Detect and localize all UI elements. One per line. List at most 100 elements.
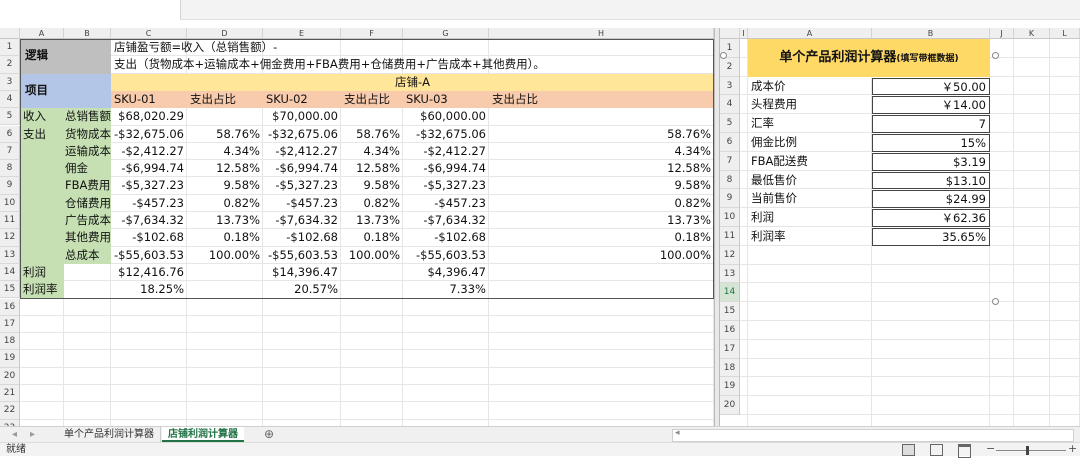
top-tab-1[interactable] (0, 0, 71, 20)
calc-item-value[interactable]: 35.65% (872, 228, 990, 246)
row-header[interactable]: 1 (0, 39, 20, 57)
row-header[interactable]: 13 (720, 264, 740, 284)
column-header[interactable]: B (64, 28, 111, 39)
scroll-left-arrow-icon[interactable]: ◂ (675, 428, 680, 438)
row-header[interactable]: 14 (0, 263, 20, 282)
row-header[interactable]: 12 (720, 245, 740, 265)
select-all-corner-right[interactable] (720, 28, 740, 39)
horizontal-scrollbar[interactable]: ◂ (672, 428, 1074, 442)
column-header[interactable]: H (489, 28, 714, 39)
row-header[interactable]: 5 (720, 114, 740, 133)
row-header[interactable]: 8 (0, 160, 20, 178)
left-spreadsheet-pane[interactable]: A B C D E F G H 1 2 3 4 5 6 7 8 9 10 11 12 13 14 15 16 17 18 19 20 2… (0, 28, 714, 426)
zoom-in-icon[interactable]: + (1068, 442, 1077, 455)
row-header[interactable]: 14 (720, 283, 740, 303)
calc-item-value[interactable]: ￥62.36 (872, 209, 990, 227)
calc-item-label: 当前售价 (751, 191, 797, 206)
row-header[interactable]: 10 (0, 194, 20, 212)
row-header[interactable]: 2 (720, 57, 740, 77)
gridline (1013, 39, 1014, 426)
row-header[interactable]: 2 (0, 56, 20, 74)
row-header[interactable]: 15 (720, 302, 740, 321)
sku1-value: -$6,994.74 (121, 161, 184, 176)
row-header[interactable]: 16 (720, 321, 740, 340)
row-header[interactable]: 19 (0, 350, 20, 368)
calc-item-value[interactable]: ￥14.00 (872, 96, 990, 115)
selection-handle[interactable] (992, 52, 999, 59)
profit-value: $12,416.76 (118, 264, 184, 279)
sheet-tab-shop-profit[interactable]: 店铺利润计算器 (162, 427, 244, 442)
calc-item-value[interactable]: $13.10 (872, 171, 990, 190)
calc-item-value[interactable]: $24.99 (872, 190, 990, 209)
row-header[interactable]: 6 (720, 133, 740, 152)
sheet-tab-single-product[interactable]: 单个产品利润计算器 (58, 427, 161, 442)
shop-name: 店铺-A (394, 74, 431, 89)
row-header[interactable]: 3 (0, 73, 20, 91)
column-header[interactable]: G (403, 28, 489, 39)
column-header[interactable]: F (341, 28, 403, 39)
row-header[interactable]: 8 (720, 170, 740, 190)
row-header[interactable]: 22 (0, 402, 20, 420)
column-header[interactable]: A (748, 28, 872, 39)
item-label: 项目 (25, 82, 48, 97)
column-header[interactable]: L (1050, 28, 1080, 39)
row-header[interactable]: 5 (0, 108, 20, 126)
row-header[interactable]: 17 (720, 339, 740, 359)
gridline (740, 320, 1080, 321)
row-header[interactable]: 4 (720, 95, 740, 115)
top-tab-2[interactable] (70, 0, 181, 20)
row-header[interactable]: 13 (0, 246, 20, 264)
sku1-value: -$55,603.53 (114, 247, 184, 262)
scroll-right-icon[interactable]: ▸ (24, 427, 41, 442)
row-header[interactable]: 15 (0, 281, 20, 299)
column-header[interactable]: I (740, 28, 748, 39)
page-layout-icon[interactable] (930, 444, 943, 456)
column-header[interactable]: K (1014, 28, 1050, 39)
zoom-out-icon[interactable]: − (986, 442, 995, 455)
calc-item-value[interactable]: 7 (872, 115, 990, 133)
row-header[interactable]: 18 (720, 358, 740, 378)
column-header[interactable]: J (990, 28, 1014, 39)
pane-splitter[interactable] (714, 28, 720, 426)
select-all-corner[interactable] (0, 28, 20, 39)
row-header[interactable]: 7 (720, 151, 740, 171)
row-header[interactable]: 11 (0, 212, 20, 230)
margin-value: 7.33% (449, 282, 486, 297)
zoom-slider[interactable] (996, 446, 1066, 455)
row-header[interactable]: 20 (0, 367, 20, 385)
row-header[interactable]: 10 (720, 208, 740, 227)
column-header[interactable]: D (187, 28, 263, 39)
logic-label: 逻辑 (25, 48, 48, 62)
row-header[interactable]: 9 (720, 189, 740, 209)
selection-handle[interactable] (720, 52, 727, 59)
row-header[interactable]: 21 (0, 385, 20, 403)
add-sheet-icon[interactable]: ⊕ (258, 427, 280, 442)
row-header[interactable]: 4 (0, 90, 20, 109)
sku3-value: -$7,634.32 (423, 213, 486, 227)
column-header[interactable]: A (20, 28, 64, 39)
selection-handle[interactable] (992, 298, 999, 305)
row-header[interactable]: 17 (0, 315, 20, 334)
calc-item-value[interactable]: 15% (872, 134, 990, 152)
normal-view-icon[interactable] (902, 444, 915, 456)
sku2-value: -$2,412.27 (275, 143, 338, 158)
row-header[interactable]: 20 (720, 396, 740, 415)
row-header[interactable]: 12 (0, 229, 20, 247)
row-header[interactable]: 6 (0, 125, 20, 143)
row-header[interactable]: 18 (0, 333, 20, 351)
column-header[interactable]: B (872, 28, 990, 39)
row-header[interactable]: 7 (0, 142, 20, 161)
sku-column-header: SKU-03 (406, 91, 448, 106)
row-header[interactable]: 9 (0, 177, 20, 195)
zoom-slider-thumb[interactable] (1026, 446, 1029, 455)
scroll-left-icon[interactable]: ◂ (6, 427, 23, 442)
row-header[interactable]: 19 (720, 377, 740, 397)
calc-item-value[interactable]: $3.19 (872, 152, 990, 171)
column-header[interactable]: C (111, 28, 187, 39)
row-header[interactable]: 11 (720, 227, 740, 246)
calc-item-value[interactable]: ￥50.00 (872, 77, 990, 96)
column-header[interactable]: E (263, 28, 341, 39)
row-header[interactable]: 16 (0, 298, 20, 316)
row-header[interactable]: 3 (720, 76, 740, 96)
right-spreadsheet-pane[interactable]: I A B J K L 1 2 3 4 5 6 7 8 9 10 11 12 13 14 15 16 17 18 19 20 单个产… (720, 28, 1080, 426)
